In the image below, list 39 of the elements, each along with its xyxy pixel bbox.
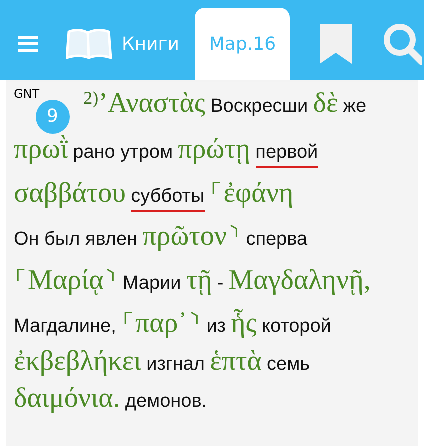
- greek-word: ⸀παρ᾽⸃: [121, 308, 202, 339]
- translation-word: Марии: [122, 272, 182, 294]
- greek-word: τῇ: [186, 264, 212, 296]
- chapter-tab[interactable]: Мар.16: [195, 8, 290, 80]
- greek-word: ⸀ἐφάνη: [210, 178, 294, 208]
- greek-word: σαββάτου: [14, 178, 126, 208]
- greek-word: ἧς: [231, 308, 257, 339]
- greek-word: ἐκβεβλήκει: [14, 346, 142, 376]
- greek-word: Μαγδαληνῇ,: [228, 264, 371, 296]
- search-icon: [382, 22, 422, 66]
- translation-word: сперва: [246, 229, 308, 250]
- translation-word: из: [206, 316, 226, 337]
- translation-word: Магдалине,: [14, 316, 116, 337]
- translation-word: же: [343, 96, 367, 117]
- translation-word: изгнал: [146, 354, 205, 374]
- translation-word: Он был явлен: [14, 229, 138, 250]
- greek-word: πρωῒ: [14, 134, 68, 165]
- open-book-icon: [66, 28, 112, 60]
- greek-word: ἑπτὰ: [210, 346, 262, 376]
- translation-word: первой: [256, 142, 318, 168]
- greek-word: πρώτῃ: [178, 134, 251, 165]
- greek-word: ’Αναστὰς: [98, 88, 206, 119]
- greek-word: ⸀Μαρίᾳ⸃: [14, 264, 118, 296]
- menu-icon: [18, 35, 38, 53]
- version-label: GNT: [14, 87, 40, 101]
- translation-word: рано утром: [73, 142, 174, 163]
- greek-word: πρῶτον⸃: [142, 221, 242, 252]
- greek-word: δὲ: [313, 88, 338, 119]
- translation-word: Воскресши: [210, 96, 308, 117]
- translation-word: субботы: [131, 186, 205, 212]
- translation-word: демонов.: [125, 391, 208, 412]
- translation-word: -: [217, 272, 224, 294]
- translation-word: которой: [262, 316, 332, 337]
- translation-word: семь: [267, 354, 310, 374]
- bookmark-icon: [320, 24, 352, 64]
- verse-number: 9: [36, 100, 70, 134]
- books-button[interactable]: Книги: [66, 8, 196, 80]
- footnote-mark: 2): [84, 88, 99, 108]
- greek-word: δαιμόνια.: [14, 383, 120, 414]
